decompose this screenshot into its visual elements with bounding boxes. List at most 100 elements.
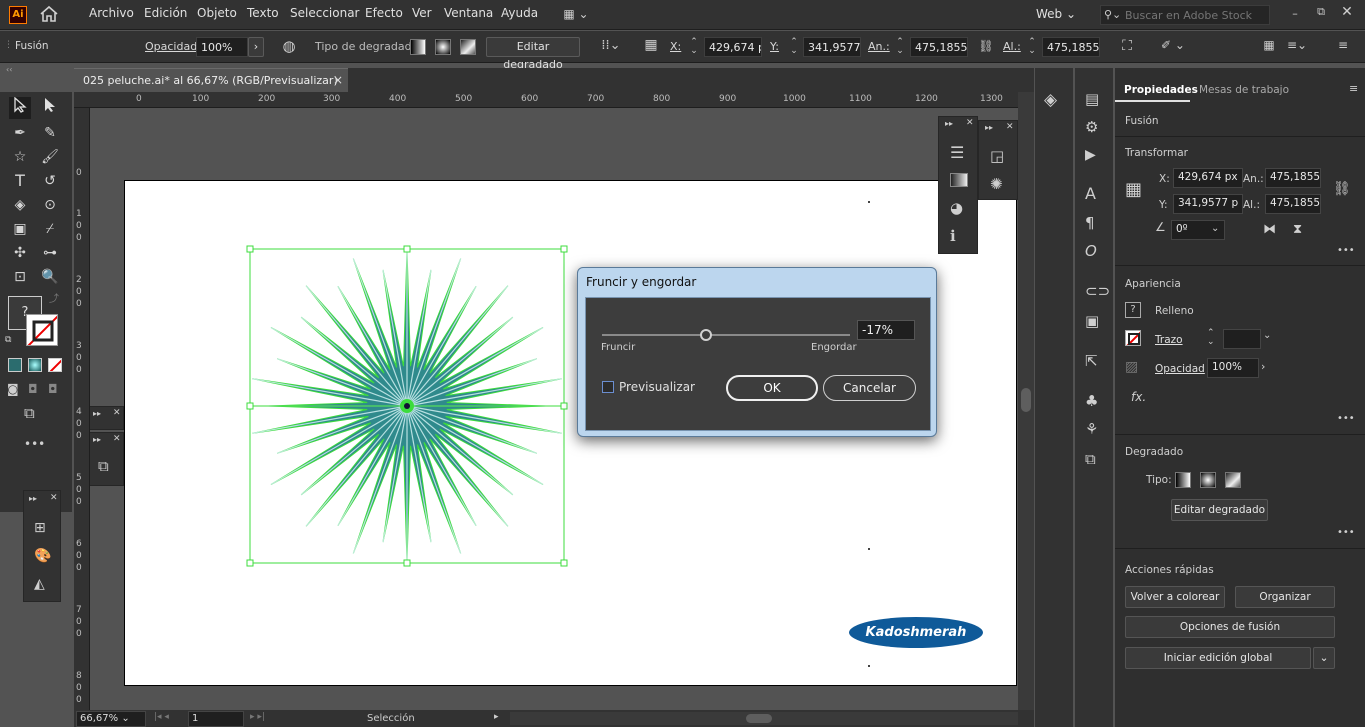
artboard-tool-icon[interactable]: ⊡ — [9, 266, 31, 288]
y-field[interactable]: 341,9577 p — [1173, 194, 1243, 214]
constrain-link-icon[interactable]: ⛓ — [1333, 182, 1351, 196]
menu-edicion[interactable]: Edición — [144, 6, 187, 20]
x-field[interactable]: 429,674 px — [704, 37, 762, 57]
height-field[interactable]: 475,1855 px — [1042, 37, 1100, 57]
preview-label[interactable]: Previsualizar — [619, 380, 695, 394]
first-artboard-icon[interactable]: |◂ ◂ — [154, 713, 169, 722]
stroke-weight-field[interactable] — [1223, 329, 1261, 349]
reference-point-icon[interactable]: ▦ — [1125, 181, 1142, 199]
x-field[interactable]: 429,674 px — [1173, 168, 1243, 188]
flip-vertical-icon[interactable]: ⧗ — [1293, 223, 1302, 236]
shape-builder-tool-icon[interactable]: ✣ — [9, 242, 31, 264]
more-options-icon[interactable]: ••• — [1337, 528, 1355, 538]
edit-gradient-button[interactable]: Editar degradado — [486, 37, 580, 71]
menu-objeto[interactable]: Objeto — [197, 6, 237, 20]
puppet-warp-icon[interactable]: ✐ ⌄ — [1155, 39, 1191, 51]
close-panel-icon[interactable]: ✕ — [113, 435, 121, 444]
menu-ventana[interactable]: Ventana — [444, 6, 493, 20]
artboards-panel-icon[interactable]: ▣ — [1085, 314, 1099, 329]
amount-slider[interactable] — [602, 328, 850, 342]
stock-search[interactable]: ⚲⌄ — [1100, 5, 1270, 25]
rotate-tool-icon[interactable]: ↺ — [39, 170, 61, 192]
info-panel-icon[interactable]: ℹ — [950, 229, 956, 244]
zoom-tool-icon[interactable]: 🔍 — [39, 266, 61, 288]
home-icon[interactable] — [38, 5, 60, 25]
opacity-label[interactable]: Opacidad — [1155, 363, 1205, 375]
global-edit-dropdown[interactable]: ⌄ — [1313, 647, 1335, 669]
draw-behind-icon[interactable]: ◘ — [28, 383, 38, 395]
y-field[interactable]: 341,9577 px — [803, 37, 861, 57]
swap-fill-stroke-icon[interactable]: ⤴ — [49, 295, 59, 305]
paragraph-icon[interactable]: ¶ — [1085, 216, 1095, 231]
stroke-swatch[interactable] — [26, 314, 58, 346]
gradient-tool-icon[interactable]: ▣ — [9, 218, 31, 240]
transparency-panel-icon[interactable]: ◕ — [950, 201, 963, 216]
stroke-stepper-icon[interactable]: ⌃ ⌄ — [1207, 329, 1215, 347]
transform-icon[interactable]: ⛶ — [1118, 39, 1136, 53]
curvature-tool-icon[interactable]: ✎ — [39, 122, 61, 144]
stroke-panel-icon[interactable]: ☰ — [950, 145, 964, 161]
menu-ayuda[interactable]: Ayuda — [501, 6, 538, 20]
expand-panel-icon[interactable]: ▸▸ — [985, 124, 993, 132]
minimize-icon[interactable]: – — [1288, 8, 1302, 19]
panel-menu-icon[interactable]: ≡ — [1349, 83, 1358, 94]
vertical-scrollbar[interactable] — [1018, 92, 1034, 710]
selection-tool-icon[interactable] — [9, 96, 31, 119]
artboard-number-field[interactable]: 1 — [188, 711, 244, 727]
brushes-icon[interactable]: ⚘ — [1085, 422, 1098, 437]
palette-icon[interactable]: 🎨 — [34, 549, 51, 563]
stroke-label[interactable]: Trazo — [1155, 334, 1183, 346]
type-tool-icon[interactable]: T — [9, 170, 31, 192]
radial-gradient-icon[interactable] — [435, 39, 451, 55]
width-stepper-icon[interactable]: ⌃ ⌄ — [894, 38, 906, 56]
opacity-field[interactable]: 100% — [1207, 358, 1259, 378]
screen-mode-icon[interactable]: ⧉ — [24, 406, 35, 421]
eyedropper-tool-icon[interactable]: ⌿ — [39, 218, 61, 240]
symbols-club-icon[interactable]: ♣ — [1085, 394, 1098, 409]
artboards-icon[interactable]: ⊞ — [34, 521, 46, 535]
reference-point-icon[interactable]: ▦ — [642, 38, 660, 52]
opentype-icon[interactable]: O — [1085, 244, 1097, 259]
default-colors-icon[interactable]: ⧉ — [5, 336, 11, 345]
gradient-mode-icon[interactable] — [28, 358, 42, 372]
edit-toolbar-icon[interactable]: ••• — [24, 438, 45, 450]
linear-gradient-icon[interactable] — [1175, 472, 1191, 488]
amount-field[interactable]: -17% — [857, 320, 915, 340]
h-field[interactable]: 475,1855 p: — [1265, 194, 1321, 214]
star-tool-icon[interactable]: ☆ — [9, 146, 31, 168]
close-panel-icon[interactable]: ✕ — [50, 494, 58, 503]
links-icon[interactable]: ⊂⊃ — [1085, 284, 1110, 299]
graphic-styles-icon[interactable]: ◭ — [34, 577, 45, 591]
global-edit-button[interactable]: Iniciar edición global — [1125, 647, 1311, 669]
arrange-button[interactable]: Organizar — [1235, 586, 1335, 608]
gradient-panel-icon[interactable] — [950, 173, 968, 187]
export-icon[interactable]: ⇱ — [1085, 354, 1098, 369]
properties-gear-icon[interactable]: ⚙ — [1085, 120, 1098, 135]
layers-icon[interactable]: ◈ — [1044, 92, 1057, 109]
pen-tool-icon[interactable]: ✒ — [9, 122, 31, 144]
warp-tool-icon[interactable]: ⊙ — [39, 194, 61, 216]
workspace-switcher[interactable]: Web ⌄ — [1036, 7, 1076, 21]
close-panel-icon[interactable]: ✕ — [113, 409, 121, 418]
horizontal-scrollbar[interactable] — [510, 712, 1018, 725]
edit-gradient-button[interactable]: Editar degradado — [1171, 499, 1268, 521]
symbols-icon[interactable]: ◲ — [990, 149, 1004, 164]
x-stepper-icon[interactable]: ⌃ ⌄ — [688, 38, 700, 56]
close-tab-icon[interactable]: × — [333, 73, 343, 87]
draw-inside-icon[interactable]: ◘ — [48, 383, 58, 395]
libraries-icon[interactable]: ▤ — [1085, 92, 1099, 107]
opacity-dropdown-icon[interactable]: › — [1261, 361, 1265, 372]
pathfinder-icon[interactable]: ⧉ — [98, 459, 109, 474]
zoom-field[interactable]: 66,67% ⌄ — [76, 711, 146, 727]
draw-normal-icon[interactable]: ◙ — [7, 383, 19, 395]
radial-gradient-icon[interactable] — [1200, 472, 1216, 488]
panel-options-icon[interactable]: ≡⌄ — [1286, 39, 1308, 51]
opacity-dropdown[interactable]: › — [248, 37, 264, 57]
close-panel-icon[interactable]: ✕ — [966, 119, 974, 128]
expand-panel-icon[interactable]: ▸▸ — [945, 120, 953, 128]
fx-button[interactable]: fx. — [1131, 390, 1146, 404]
sun-icon[interactable]: ✺ — [990, 177, 1003, 192]
stroke-swatch[interactable] — [1125, 330, 1141, 346]
align-icon[interactable]: ⁞⁞⌄ — [598, 39, 624, 52]
menu-seleccionar[interactable]: Seleccionar — [290, 6, 359, 20]
